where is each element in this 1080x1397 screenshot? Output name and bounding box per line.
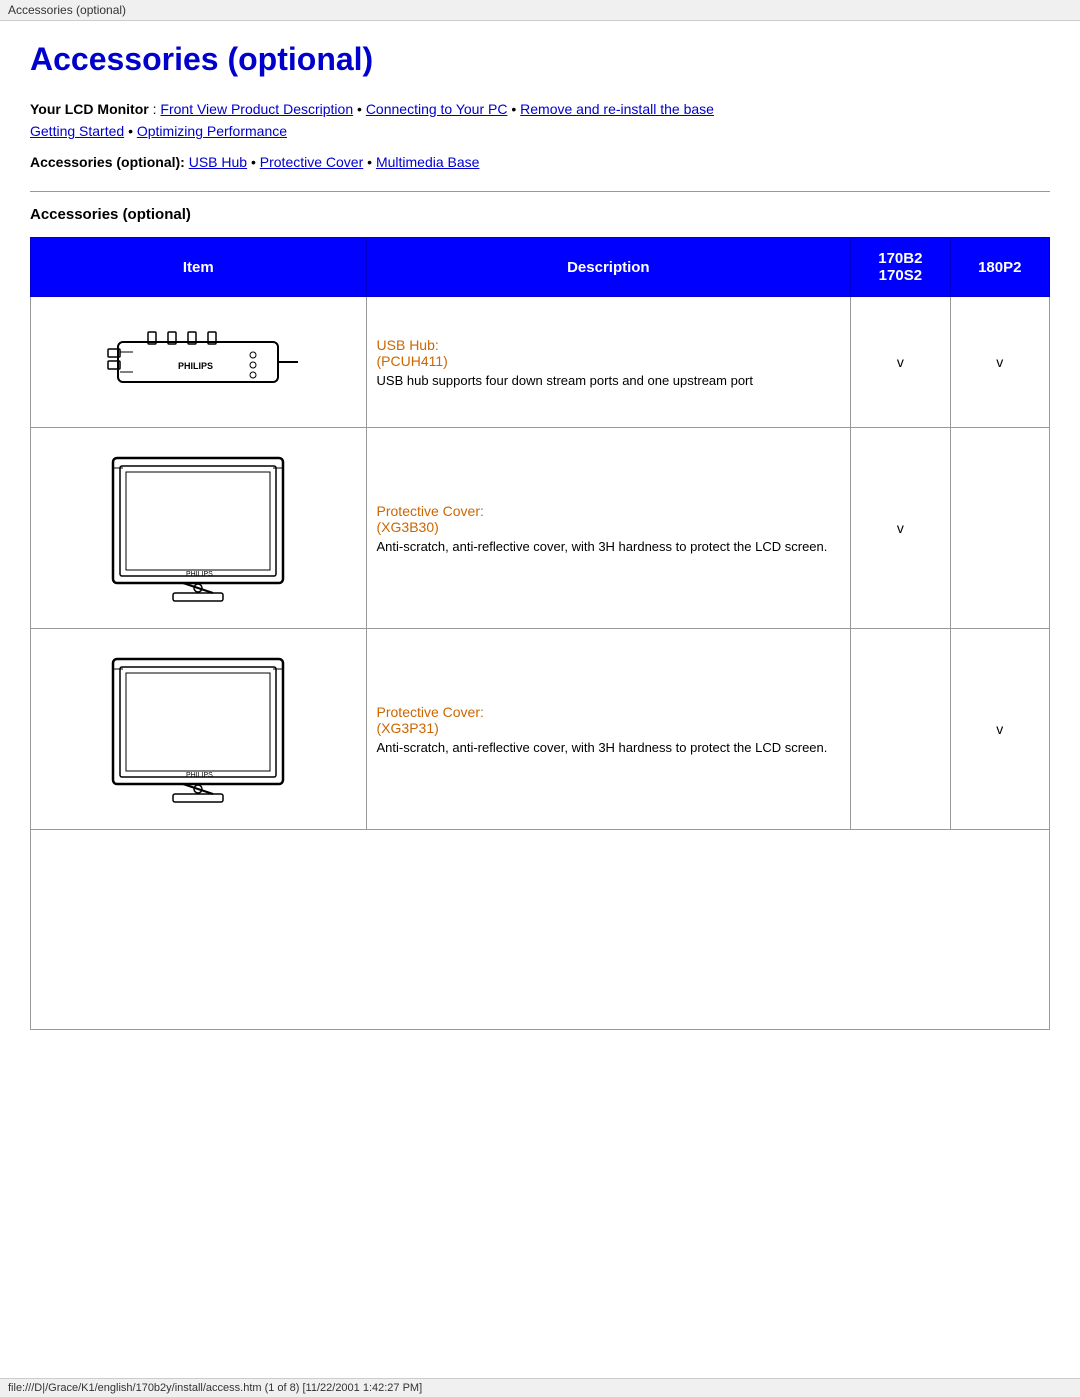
svg-text:PHILIPS: PHILIPS	[186, 772, 213, 779]
item-image-cell-1: PHILIPS	[31, 297, 367, 428]
svg-text:PHILIPS: PHILIPS	[186, 571, 213, 578]
check-180-2	[950, 428, 1049, 629]
desc-text-1: USB hub supports four down stream ports …	[377, 373, 841, 388]
empty-row	[31, 830, 1050, 1030]
check-180-1: v	[950, 297, 1049, 428]
header-item: Item	[31, 238, 367, 297]
nav-link-remove[interactable]: Remove and re-install the base	[520, 101, 714, 117]
table-header-row: Item Description 170B2 170S2 180P2	[31, 238, 1050, 297]
desc-title-3: Protective Cover: (XG3P31)	[377, 704, 841, 736]
status-bar: file:///D|/Grace/K1/english/170b2y/insta…	[0, 1378, 1080, 1397]
check-170-1: v	[851, 297, 950, 428]
item-image-cell-3: PHILIPS	[31, 629, 367, 830]
monitor-svg-2: PHILIPS	[98, 649, 298, 809]
desc-title-1: USB Hub: (PCUH411)	[377, 337, 841, 369]
usb-hub-image: PHILIPS	[41, 307, 356, 417]
browser-title-bar: Accessories (optional)	[0, 0, 1080, 21]
accessories-label: Accessories (optional):	[30, 154, 185, 170]
empty-cell	[31, 830, 1050, 1030]
nav-link-usb-hub[interactable]: USB Hub	[189, 154, 247, 170]
monitor-cover-image-2: PHILIPS	[41, 639, 356, 819]
accessories-table: Item Description 170B2 170S2 180P2	[30, 237, 1050, 1030]
nav-line-2: Accessories (optional): USB Hub • Protec…	[30, 151, 1050, 173]
page-title: Accessories (optional)	[30, 41, 1050, 78]
header-description: Description	[366, 238, 851, 297]
description-cell-1: USB Hub: (PCUH411) USB hub supports four…	[366, 297, 851, 428]
item-image-cell-2: PHILIPS	[31, 428, 367, 629]
check-180-3: v	[950, 629, 1049, 830]
main-content: Accessories (optional) Your LCD Monitor …	[0, 21, 1080, 1050]
browser-title-text: Accessories (optional)	[8, 3, 126, 17]
status-bar-text: file:///D|/Grace/K1/english/170b2y/insta…	[8, 1382, 422, 1394]
desc-title-2: Protective Cover: (XG3B30)	[377, 503, 841, 535]
table-row: PHILIPS Protective Cover: (XG3P31) Anti-…	[31, 629, 1050, 830]
nav-link-multimedia-base[interactable]: Multimedia Base	[376, 154, 480, 170]
table-row: PHILIPS Protective Cover: (XG3B30) Anti-…	[31, 428, 1050, 629]
header-170: 170B2 170S2	[851, 238, 950, 297]
monitor-cover-image-1: PHILIPS	[41, 438, 356, 618]
description-cell-3: Protective Cover: (XG3P31) Anti-scratch,…	[366, 629, 851, 830]
usb-hub-svg: PHILIPS	[98, 317, 298, 407]
desc-text-2: Anti-scratch, anti-reflective cover, wit…	[377, 539, 841, 554]
nav-link-getting-started[interactable]: Getting Started	[30, 123, 124, 139]
nav-link-front-view[interactable]: Front View Product Description	[160, 101, 353, 117]
svg-text:PHILIPS: PHILIPS	[178, 361, 213, 371]
section-heading: Accessories (optional)	[30, 206, 1050, 223]
header-180: 180P2	[950, 238, 1049, 297]
desc-text-3: Anti-scratch, anti-reflective cover, wit…	[377, 740, 841, 755]
monitor-svg-1: PHILIPS	[98, 448, 298, 608]
check-170-3	[851, 629, 950, 830]
nav-link-protective-cover[interactable]: Protective Cover	[260, 154, 363, 170]
check-170-2: v	[851, 428, 950, 629]
description-cell-2: Protective Cover: (XG3B30) Anti-scratch,…	[366, 428, 851, 629]
nav-line-1: Your LCD Monitor : Front View Product De…	[30, 98, 1050, 143]
nav-intro: Your LCD Monitor	[30, 101, 149, 117]
nav-link-connecting[interactable]: Connecting to Your PC	[366, 101, 508, 117]
table-row: PHILIPS USB Hub: (	[31, 297, 1050, 428]
section-divider	[30, 191, 1050, 192]
nav-link-optimizing[interactable]: Optimizing Performance	[137, 123, 287, 139]
